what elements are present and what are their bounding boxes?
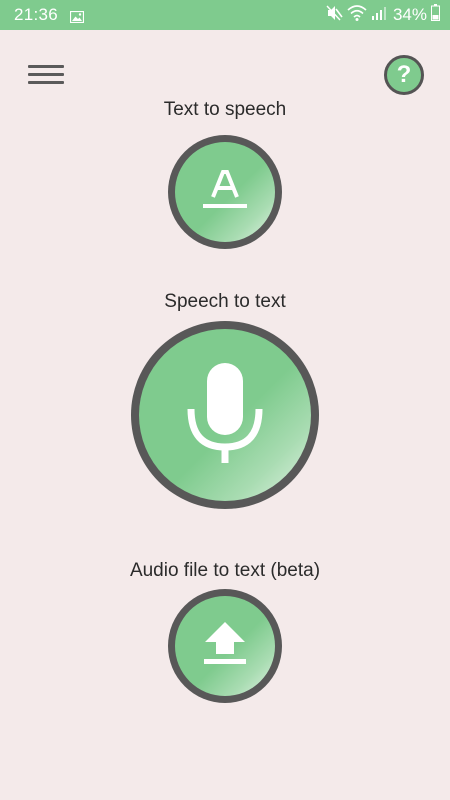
battery-icon xyxy=(431,4,440,26)
microphone-icon xyxy=(185,361,265,470)
wifi-icon xyxy=(347,4,367,27)
status-time: 21:36 xyxy=(14,5,59,24)
gallery-icon xyxy=(69,8,85,24)
mute-icon xyxy=(325,4,343,27)
text-to-speech-label: Text to speech xyxy=(163,99,287,120)
audio-file-to-text-label: Audio file to text (beta) xyxy=(129,560,321,581)
status-bar: 21:36 34% xyxy=(0,0,450,30)
status-icons: 34% xyxy=(325,4,440,26)
speech-to-text-label: Speech to text xyxy=(164,291,286,312)
text-to-speech-button[interactable] xyxy=(168,135,282,249)
signal-icon xyxy=(371,5,387,26)
text-to-speech-button-face xyxy=(175,142,275,242)
audio-file-to-text-button-face xyxy=(175,596,275,696)
help-button[interactable]: ? xyxy=(384,55,424,95)
upload-icon xyxy=(201,620,249,673)
hamburger-menu-icon[interactable] xyxy=(26,62,66,88)
speech-to-text-button-face xyxy=(139,329,311,501)
battery-percent: 34% xyxy=(392,5,427,24)
menu-line xyxy=(28,81,64,84)
menu-line xyxy=(28,65,64,68)
text-letter-icon xyxy=(201,166,249,219)
audio-file-to-text-button[interactable] xyxy=(168,589,282,703)
help-icon: ? xyxy=(396,61,412,88)
speech-to-text-button[interactable] xyxy=(131,321,319,509)
menu-line xyxy=(28,73,64,76)
